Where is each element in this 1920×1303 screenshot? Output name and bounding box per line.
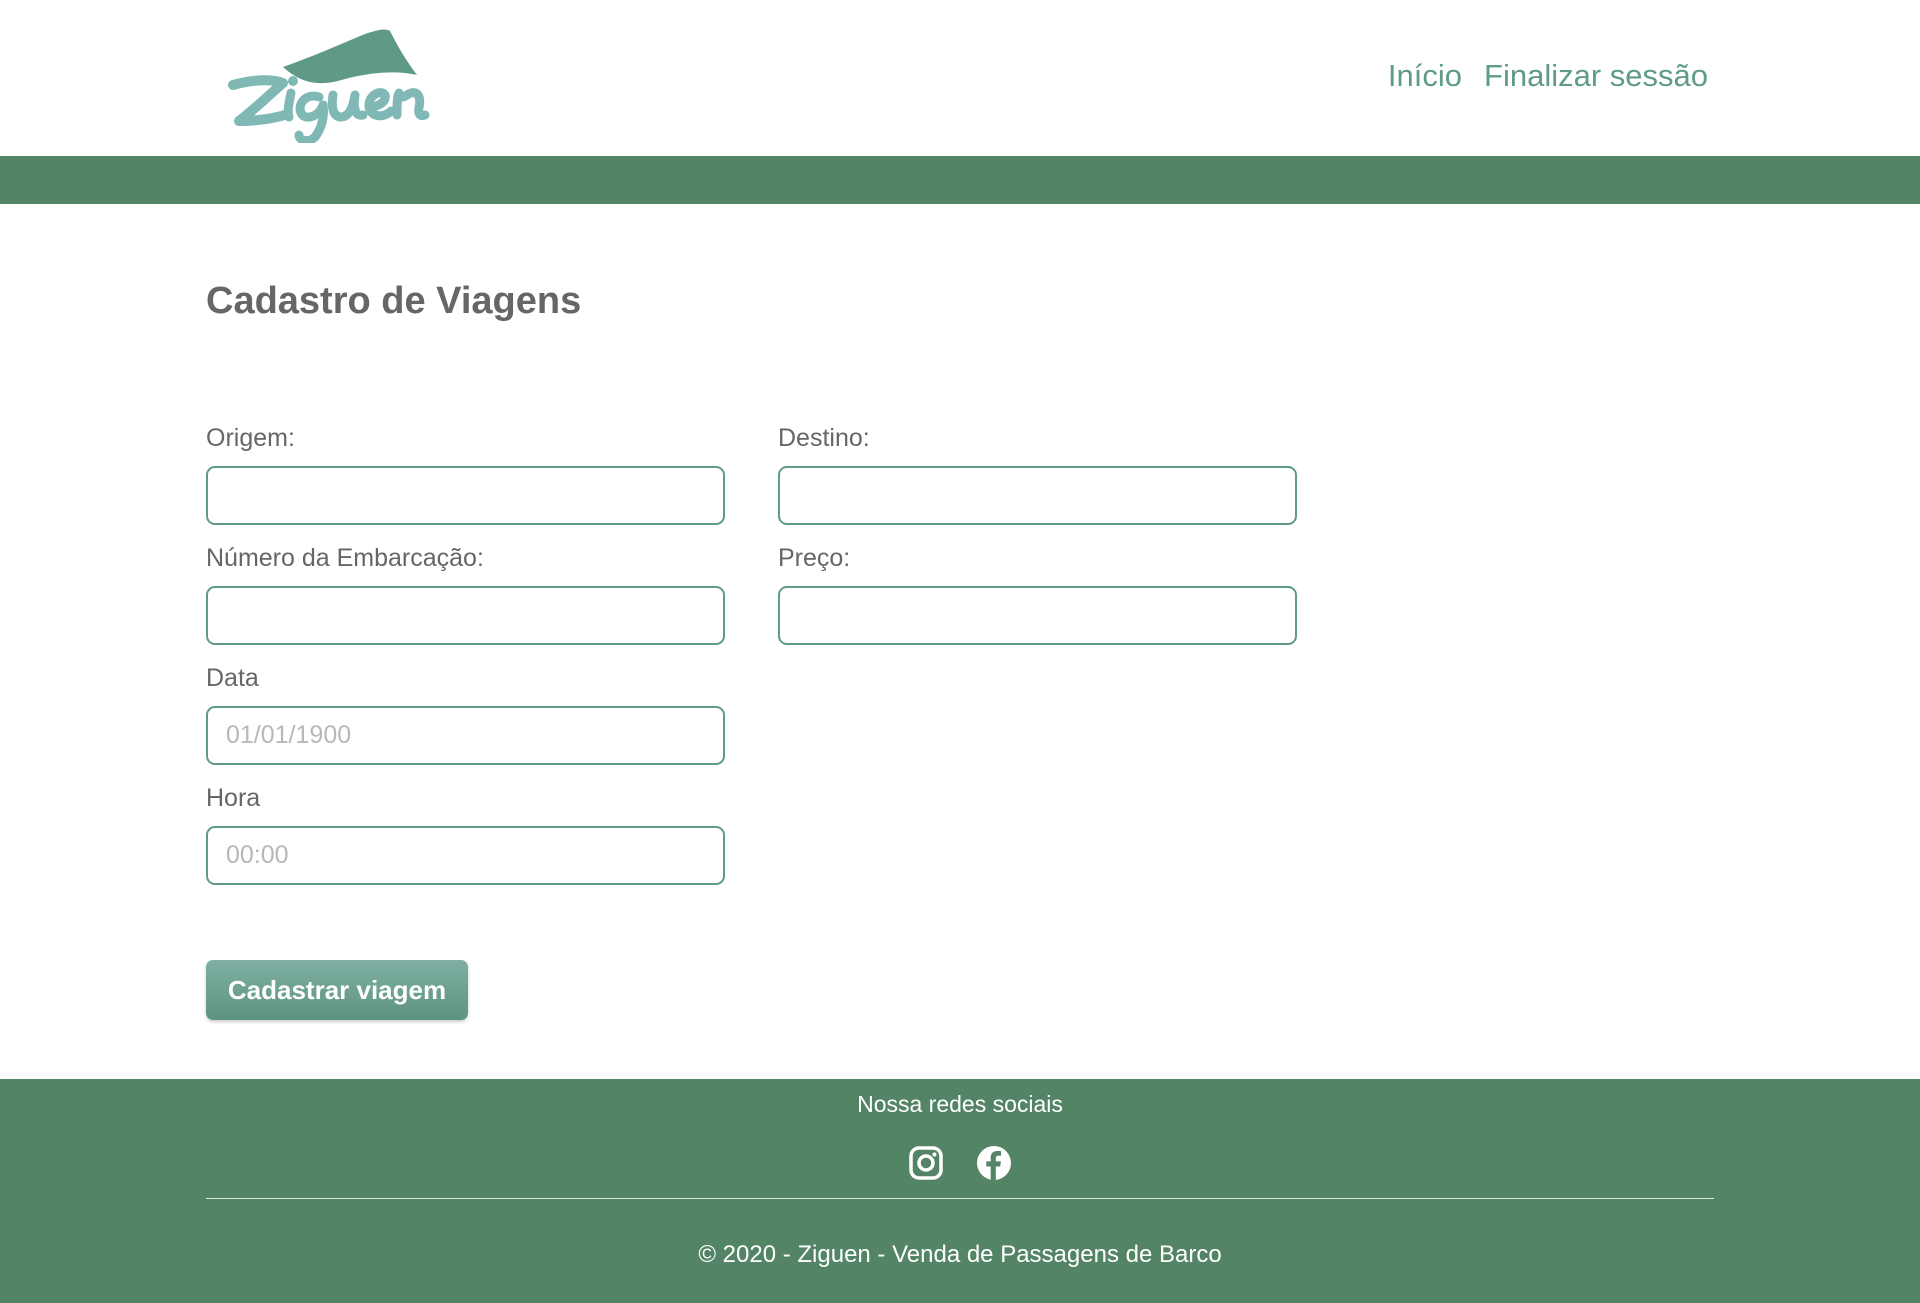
vessel-number-input[interactable] <box>206 586 725 645</box>
origin-label: Origem: <box>206 424 295 452</box>
date-input[interactable] <box>206 706 725 765</box>
social-heading: Nossa redes sociais <box>857 1091 1063 1117</box>
header-band <box>0 156 1920 204</box>
nav-link-home[interactable]: Início <box>1388 58 1462 94</box>
destination-label: Destino: <box>778 424 870 452</box>
site-footer: Nossa redes sociais © 2020 - Ziguen - Ve… <box>0 1079 1920 1303</box>
submit-trip-button[interactable]: Cadastrar viagem <box>206 960 468 1020</box>
time-field: Hora <box>206 782 725 885</box>
copyright-text: © 2020 - Ziguen - Venda de Passagens de … <box>698 1241 1222 1268</box>
price-input[interactable] <box>778 586 1297 645</box>
footer-divider <box>206 1198 1714 1199</box>
instagram-icon[interactable] <box>908 1145 944 1181</box>
nav-link-logout[interactable]: Finalizar sessão <box>1484 58 1708 94</box>
vessel-number-field: Número da Embarcação: <box>206 542 725 645</box>
time-label: Hora <box>206 784 261 812</box>
ziguen-logo[interactable] <box>225 25 440 143</box>
page-title: Cadastro de Viagens <box>206 280 582 322</box>
date-label: Data <box>206 664 259 692</box>
time-input[interactable] <box>206 826 725 885</box>
price-label: Preço: <box>778 544 851 572</box>
vessel-number-label: Número da Embarcação: <box>206 544 484 572</box>
facebook-icon[interactable] <box>976 1145 1012 1181</box>
origin-input[interactable] <box>206 466 725 525</box>
destination-field: Destino: <box>778 422 1297 525</box>
site-header: Início Finalizar sessão <box>0 0 1920 156</box>
date-field: Data <box>206 662 725 765</box>
destination-input[interactable] <box>778 466 1297 525</box>
main-nav: Início Finalizar sessão <box>1388 58 1708 94</box>
social-links <box>0 1145 1920 1181</box>
origin-field: Origem: <box>206 422 725 525</box>
price-field: Preço: <box>778 542 1297 645</box>
